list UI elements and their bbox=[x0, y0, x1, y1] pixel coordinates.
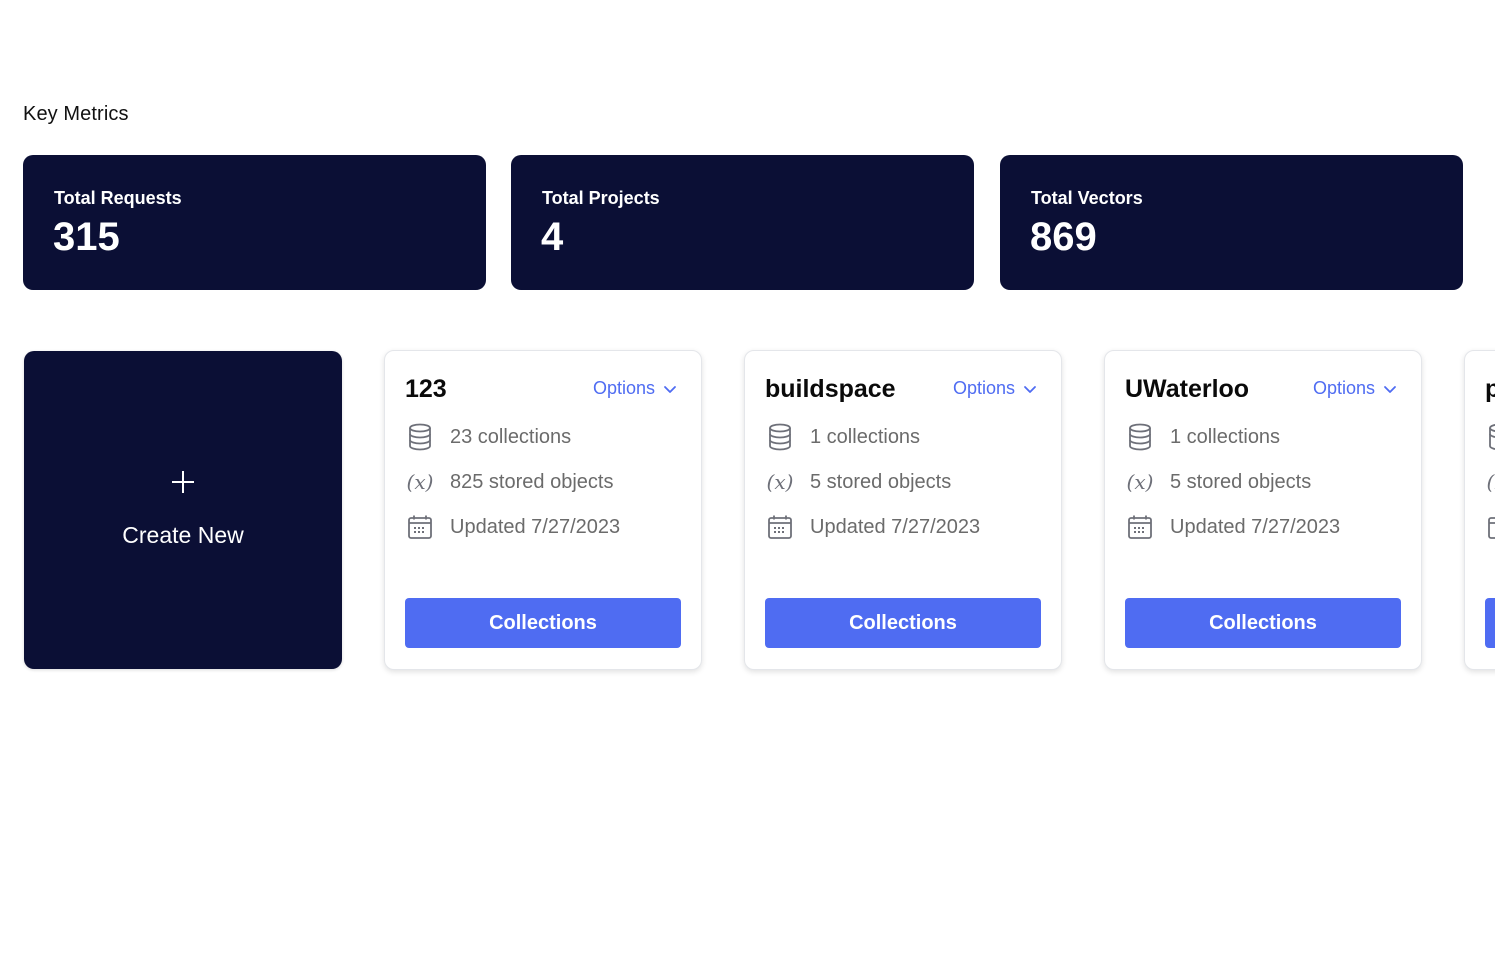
metric-label: Total Vectors bbox=[1031, 188, 1143, 208]
stored-objects-count: 825 stored objects bbox=[450, 470, 614, 493]
metric-value: 315 bbox=[53, 215, 120, 259]
chevron-down-icon bbox=[1384, 385, 1396, 393]
project-name: 123 bbox=[405, 375, 447, 403]
variable-icon: (𝑥) bbox=[1486, 470, 1495, 494]
create-new-button[interactable]: Create New bbox=[24, 351, 342, 669]
project-card: buildspace Options 1 collections (𝑥) 5 s… bbox=[744, 350, 1062, 670]
database-icon bbox=[405, 422, 435, 452]
collections-count-row: 1 collections bbox=[1125, 422, 1280, 452]
options-dropdown[interactable]: Options bbox=[1313, 378, 1397, 399]
project-card: p (𝑥) bbox=[1464, 350, 1495, 670]
project-name: buildspace bbox=[765, 375, 896, 403]
calendar-icon bbox=[1485, 512, 1495, 542]
collections-button[interactable] bbox=[1485, 598, 1495, 648]
stored-objects-row: (𝑥) 5 stored objects bbox=[1125, 467, 1312, 497]
collections-count: 1 collections bbox=[1170, 425, 1281, 448]
updated-row: Updated 7/27/2023 bbox=[1125, 512, 1340, 542]
calendar-icon bbox=[405, 512, 435, 542]
collections-count: 1 collections bbox=[810, 425, 921, 448]
variable-icon: (𝑥) bbox=[1126, 470, 1154, 494]
calendar-icon bbox=[1125, 512, 1155, 542]
plus-icon bbox=[171, 471, 195, 495]
database-icon bbox=[1485, 422, 1495, 452]
collections-count-row: 23 collections bbox=[405, 422, 571, 452]
project-name: UWaterloo bbox=[1125, 375, 1250, 403]
stored-objects-row: (𝑥) bbox=[1485, 467, 1495, 497]
updated-row: Updated 7/27/2023 bbox=[765, 512, 980, 542]
updated-row bbox=[1485, 512, 1495, 542]
options-label: Options bbox=[1312, 378, 1375, 398]
metric-label: Total Projects bbox=[542, 188, 660, 208]
collections-button[interactable]: Collections bbox=[405, 598, 681, 648]
collections-button[interactable]: Collections bbox=[765, 598, 1041, 648]
collections-count-row bbox=[1485, 422, 1495, 452]
chevron-down-icon bbox=[1024, 385, 1036, 393]
calendar-icon bbox=[765, 512, 795, 542]
stored-objects-count: 5 stored objects bbox=[1170, 470, 1312, 493]
stored-objects-count: 5 stored objects bbox=[810, 470, 952, 493]
database-icon bbox=[1125, 422, 1155, 452]
collections-count: 23 collections bbox=[450, 425, 572, 448]
metric-card-total-projects: Total Projects 4 bbox=[511, 155, 974, 290]
create-new-label: Create New bbox=[122, 522, 244, 548]
updated-date: Updated 7/27/2023 bbox=[450, 515, 621, 538]
database-icon bbox=[765, 422, 795, 452]
metric-card-total-vectors: Total Vectors 869 bbox=[1000, 155, 1463, 290]
options-label: Options bbox=[952, 378, 1015, 398]
project-card: 123 Options 23 collections (𝑥) 825 store… bbox=[384, 350, 702, 670]
collections-count-row: 1 collections bbox=[765, 422, 920, 452]
project-name: p bbox=[1485, 375, 1495, 403]
section-title: Key Metrics bbox=[23, 103, 129, 125]
updated-date: Updated 7/27/2023 bbox=[1170, 515, 1341, 538]
options-dropdown[interactable]: Options bbox=[953, 378, 1037, 399]
dashboard-page: Key Metrics Total Requests 315 Total Pro… bbox=[0, 0, 1495, 959]
variable-icon: (𝑥) bbox=[406, 470, 434, 494]
metric-card-total-requests: Total Requests 315 bbox=[23, 155, 486, 290]
options-dropdown[interactable]: Options bbox=[593, 378, 677, 399]
updated-date: Updated 7/27/2023 bbox=[810, 515, 981, 538]
metric-label: Total Requests bbox=[54, 188, 182, 208]
stored-objects-row: (𝑥) 5 stored objects bbox=[765, 467, 952, 497]
chevron-down-icon bbox=[664, 385, 676, 393]
metric-value: 869 bbox=[1030, 215, 1097, 259]
stored-objects-row: (𝑥) 825 stored objects bbox=[405, 467, 614, 497]
metric-value: 4 bbox=[541, 215, 564, 259]
collections-button[interactable]: Collections bbox=[1125, 598, 1401, 648]
variable-icon: (𝑥) bbox=[766, 470, 794, 494]
updated-row: Updated 7/27/2023 bbox=[405, 512, 620, 542]
project-card: UWaterloo Options 1 collections (𝑥) 5 st… bbox=[1104, 350, 1422, 670]
options-label: Options bbox=[592, 378, 655, 398]
